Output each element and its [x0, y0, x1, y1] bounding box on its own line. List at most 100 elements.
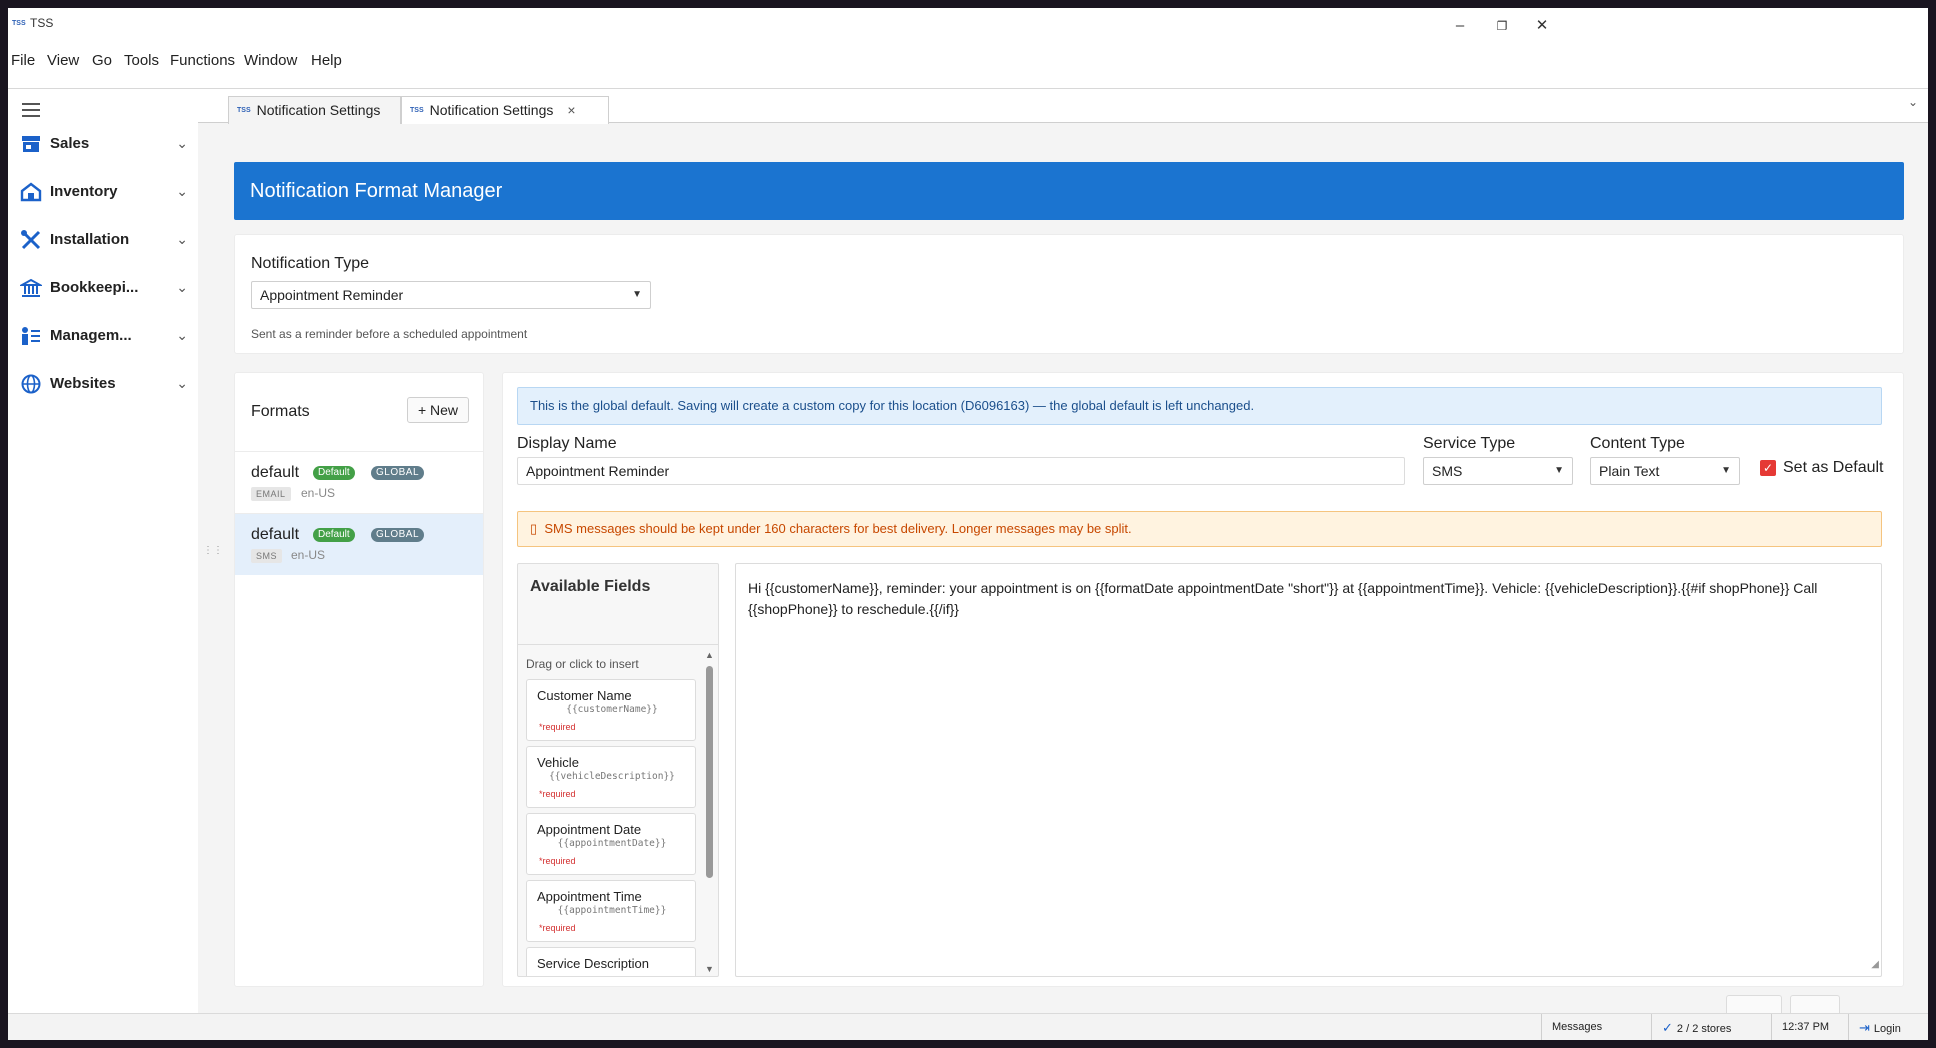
sidebar-item-websites[interactable]: Websites ⌄: [20, 370, 188, 398]
global-default-info-banner: This is the global default. Saving will …: [517, 387, 1882, 425]
field-card-appointment-date[interactable]: Appointment Date {{appointmentDate}} *re…: [526, 813, 696, 875]
sidebar-item-label: Managem...: [50, 327, 132, 344]
set-default-label: Set as Default: [1783, 459, 1884, 476]
menu-view[interactable]: View: [47, 52, 79, 69]
required-marker: *required: [539, 856, 576, 866]
menu-file[interactable]: File: [11, 52, 35, 69]
global-badge: GLOBAL: [371, 466, 425, 480]
set-default-checkbox[interactable]: ✓: [1760, 460, 1776, 476]
sidebar-item-installation[interactable]: Installation ⌄: [20, 226, 188, 254]
field-token: {{appointmentTime}}: [557, 905, 667, 916]
chevron-down-icon: ⌄: [176, 279, 188, 295]
manager-icon: [22, 327, 40, 345]
menu-help[interactable]: Help: [311, 52, 342, 69]
available-fields-title: Available Fields: [530, 578, 651, 595]
login-label: Login: [1873, 1023, 1901, 1035]
sidebar-item-bookkeeping[interactable]: Bookkeepi... ⌄: [20, 274, 188, 302]
sidebar-item-sales[interactable]: Sales ⌄: [20, 130, 188, 158]
field-card-vehicle[interactable]: Vehicle {{vehicleDescription}} *required: [526, 746, 696, 808]
tab-close-icon[interactable]: ×: [567, 102, 575, 118]
formats-card: Formats + New default Default GLOBAL EMA…: [234, 372, 484, 987]
service-type-select[interactable]: SMS ▼: [1423, 457, 1573, 485]
format-item-email[interactable]: default Default GLOBAL EMAIL en-US: [235, 451, 483, 513]
sidebar-item-inventory[interactable]: Inventory ⌄: [20, 178, 188, 206]
field-name: Appointment Time: [537, 889, 642, 904]
menu-go[interactable]: Go: [92, 52, 112, 69]
content-type-value: Plain Text: [1599, 463, 1660, 479]
stores-status[interactable]: ✓ 2 / 2 stores: [1651, 1014, 1771, 1040]
bank-icon: [20, 278, 42, 297]
dropdown-arrow-icon: ▼: [632, 289, 642, 300]
sidebar: Sales ⌄ Inventory ⌄ Installation ⌄ Bookk…: [8, 89, 198, 1013]
close-window-button[interactable]: ✕: [1522, 14, 1562, 38]
service-type-badge: EMAIL: [251, 487, 291, 501]
sidebar-item-label: Sales: [50, 135, 90, 152]
page-title: Notification Format Manager: [250, 180, 503, 202]
format-item-sms[interactable]: default Default GLOBAL SMS en-US: [235, 513, 483, 575]
login-status[interactable]: ⇥ Login: [1848, 1014, 1928, 1040]
format-locale: en-US: [301, 486, 336, 500]
login-icon: ⇥: [1859, 1020, 1870, 1035]
notification-type-hint: Sent as a reminder before a scheduled ap…: [251, 327, 528, 341]
tab-logo: TSS: [237, 107, 251, 115]
menu-tools[interactable]: Tools: [124, 52, 159, 69]
scroll-down-icon[interactable]: ▼: [705, 964, 714, 974]
content-type-label: Content Type: [1590, 435, 1685, 452]
service-type-badge: SMS: [251, 549, 283, 563]
splitter-handle-icon[interactable]: ⋮⋮: [203, 545, 223, 556]
content-type-select[interactable]: Plain Text ▼: [1590, 457, 1740, 485]
divider: [518, 644, 718, 645]
display-name-label: Display Name: [517, 435, 617, 452]
resize-grip-icon[interactable]: ◢: [1871, 954, 1879, 975]
minimize-button[interactable]: –: [1440, 14, 1480, 38]
format-name: default: [251, 464, 300, 481]
field-card-customer-name[interactable]: Customer Name {{customerName}} *required: [526, 679, 696, 741]
status-bar: Messages ✓ 2 / 2 stores 12:37 PM ⇥ Login: [8, 1013, 1928, 1040]
fields-scrollbar[interactable]: ▲ ▼: [704, 650, 716, 974]
restore-button[interactable]: ❐: [1482, 14, 1522, 38]
footer-button-1[interactable]: [1726, 995, 1782, 1013]
title-bar: TSS TSS – ❐ ✕: [8, 8, 1928, 46]
footer-button-2[interactable]: [1790, 995, 1840, 1013]
notification-type-label: Notification Type: [251, 255, 369, 272]
scrollbar-thumb[interactable]: [706, 666, 713, 878]
template-text: Hi {{customerName}}, reminder: your appo…: [748, 580, 1818, 617]
field-card-appointment-time[interactable]: Appointment Time {{appointmentTime}} *re…: [526, 880, 696, 942]
window-title: TSS: [30, 16, 54, 30]
hamburger-menu-icon[interactable]: [22, 103, 40, 117]
format-name: default: [251, 526, 300, 543]
chevron-down-icon: ⌄: [176, 183, 188, 199]
field-card-service-description[interactable]: Service Description: [526, 947, 696, 976]
new-format-button[interactable]: + New: [407, 397, 469, 423]
check-icon: ✓: [1662, 1020, 1673, 1035]
default-badge: Default: [313, 528, 355, 542]
tab-notification-settings-2[interactable]: TSS Notification Settings ×: [401, 96, 609, 124]
scroll-up-icon[interactable]: ▲: [705, 650, 714, 660]
sidebar-item-management[interactable]: Managem... ⌄: [20, 322, 188, 350]
required-marker: *required: [539, 722, 576, 732]
formats-title: Formats: [251, 403, 310, 420]
display-name-input[interactable]: Appointment Reminder: [517, 457, 1405, 485]
chevron-down-icon: ⌄: [176, 231, 188, 247]
menu-functions[interactable]: Functions: [170, 52, 235, 69]
warning-text: SMS messages should be kept under 160 ch…: [544, 521, 1132, 536]
global-badge: GLOBAL: [371, 528, 425, 542]
menu-window[interactable]: Window: [244, 52, 297, 69]
page-header: Notification Format Manager: [234, 162, 1904, 220]
template-textarea[interactable]: Hi {{customerName}}, reminder: your appo…: [735, 563, 1882, 977]
sms-length-warning-banner: ▯ SMS messages should be kept under 160 …: [517, 511, 1882, 547]
tab-overflow-chevron-icon[interactable]: ⌄: [1908, 95, 1918, 109]
dropdown-arrow-icon: ▼: [1554, 465, 1564, 476]
available-fields-hint: Drag or click to insert: [526, 657, 639, 671]
warning-icon: ▯: [530, 521, 538, 536]
tab-logo: TSS: [410, 107, 424, 115]
chevron-down-icon: ⌄: [176, 327, 188, 343]
messages-status[interactable]: Messages: [1541, 1014, 1651, 1040]
tab-notification-settings-1[interactable]: TSS Notification Settings: [228, 96, 401, 124]
dropdown-arrow-icon: ▼: [1721, 465, 1731, 476]
content-area: TSS Notification Settings TSS Notification…: [198, 89, 1928, 1013]
notification-type-select[interactable]: Appointment Reminder ▼: [251, 281, 651, 309]
chevron-down-icon: ⌄: [176, 375, 188, 391]
tab-label: Notification Settings: [256, 102, 381, 118]
required-marker: *required: [539, 789, 576, 799]
